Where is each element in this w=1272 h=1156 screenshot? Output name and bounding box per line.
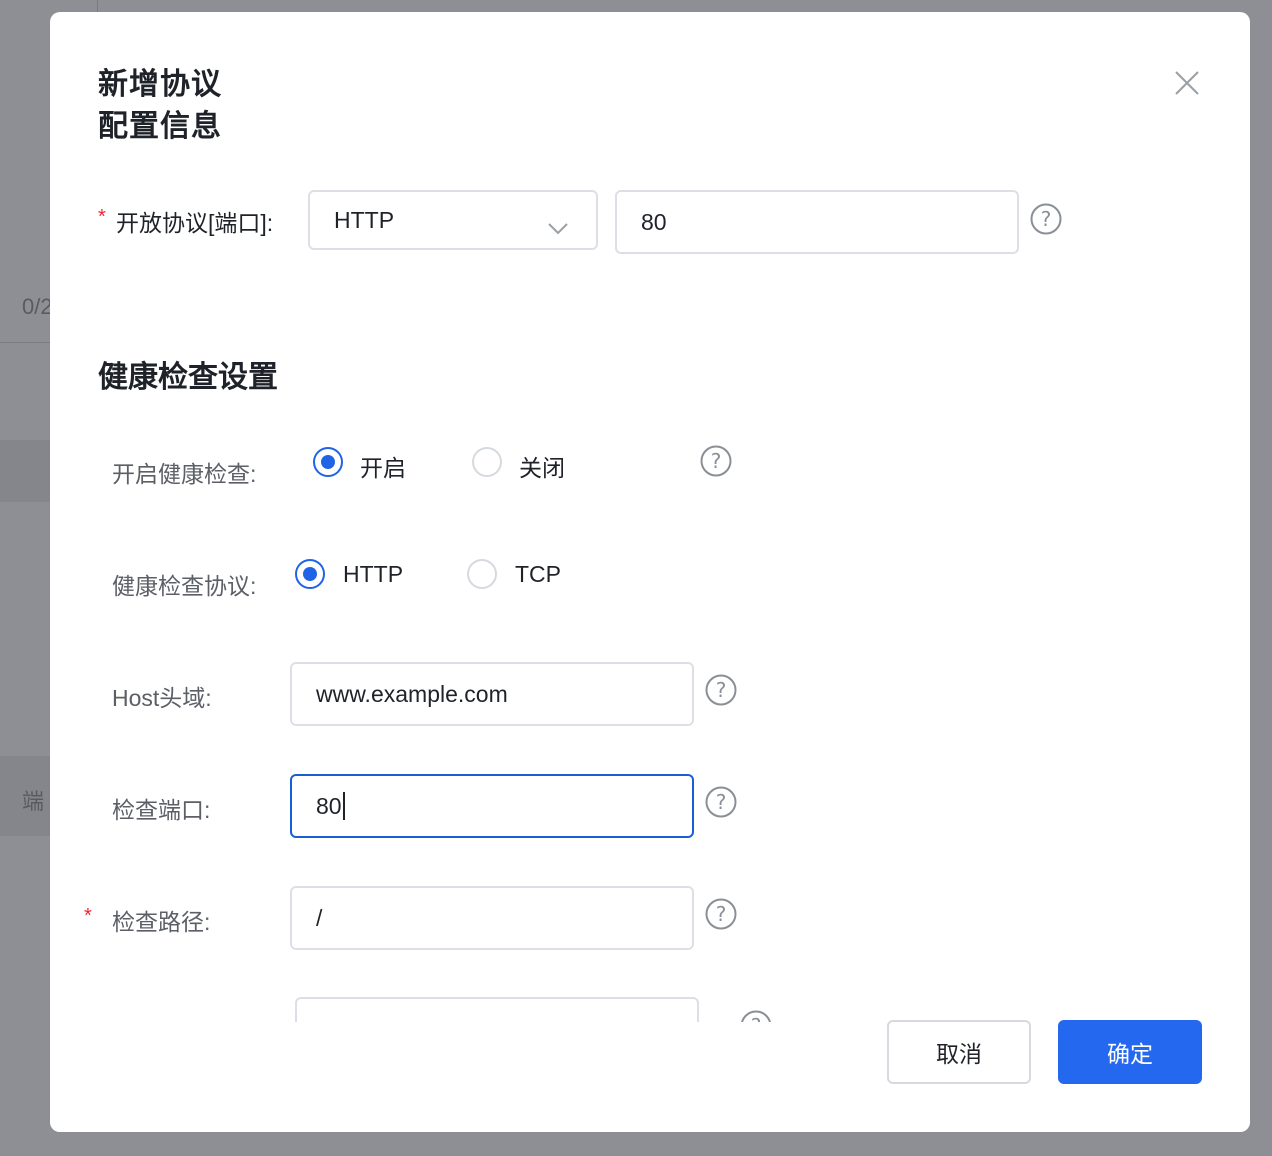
svg-text:?: ? [711,449,722,473]
check-port-input[interactable]: 80 [290,774,694,838]
add-protocol-dialog: 新增协议 配置信息 * 开放协议[端口]: HTTP 80 ? 健康检查设置 开… [50,12,1250,1132]
check-port-label: 检查端口: [112,797,211,823]
protocol-select-value: HTTP [334,206,395,233]
health-check-section-title: 健康检查设置 [98,361,278,394]
radio-enable-off[interactable] [472,447,502,477]
required-asterisk: * [98,206,106,228]
help-icon[interactable]: ? [1030,203,1062,235]
host-header-value: www.example.com [316,680,508,707]
background-count-text: 0/2 [22,294,53,319]
check-path-input[interactable]: / [290,886,694,950]
dialog-title-line1: 新增协议 [98,68,222,101]
protocol-select[interactable]: HTTP [308,190,598,250]
check-port-value: 80 [316,792,342,819]
port-input[interactable]: 80 [615,190,1019,254]
svg-text:?: ? [716,678,727,702]
background-divider [0,342,50,343]
close-icon[interactable] [1172,68,1202,98]
check-path-value: / [316,904,323,931]
svg-text:?: ? [716,790,727,814]
radio-enable-off-label[interactable]: 关闭 [519,449,565,483]
text-caret [342,792,345,820]
help-icon[interactable]: ? [705,898,737,930]
radio-protocol-tcp-label[interactable]: TCP [515,561,561,588]
port-input-value: 80 [641,208,667,235]
radio-enable-on[interactable] [313,447,343,477]
health-enable-label: 开启健康检查: [112,461,257,487]
dialog-title: 新增协议 配置信息 [98,64,222,148]
cancel-button[interactable]: 取消 [887,1020,1031,1084]
host-header-label: Host头域: [112,685,212,711]
svg-text:?: ? [1041,207,1052,231]
help-icon[interactable]: ? [700,445,732,477]
host-header-input[interactable]: www.example.com [290,662,694,726]
radio-protocol-http[interactable] [295,559,325,589]
radio-protocol-http-label[interactable]: HTTP [343,561,403,588]
radio-protocol-tcp[interactable] [467,559,497,589]
protocol-port-label: 开放协议[端口]: [116,210,274,236]
required-asterisk: * [84,905,92,927]
background-band [0,440,50,502]
dialog-title-line2: 配置信息 [98,110,222,143]
chevron-down-icon [548,214,568,241]
check-path-label: 检查路径: [112,909,211,935]
help-icon[interactable]: ? [705,786,737,818]
background-port-text: 端 [22,789,45,814]
radio-enable-on-label[interactable]: 开启 [360,449,406,483]
confirm-button[interactable]: 确定 [1058,1020,1202,1084]
svg-text:?: ? [716,902,727,926]
help-icon[interactable]: ? [705,674,737,706]
health-protocol-label: 健康检查协议: [112,573,257,599]
